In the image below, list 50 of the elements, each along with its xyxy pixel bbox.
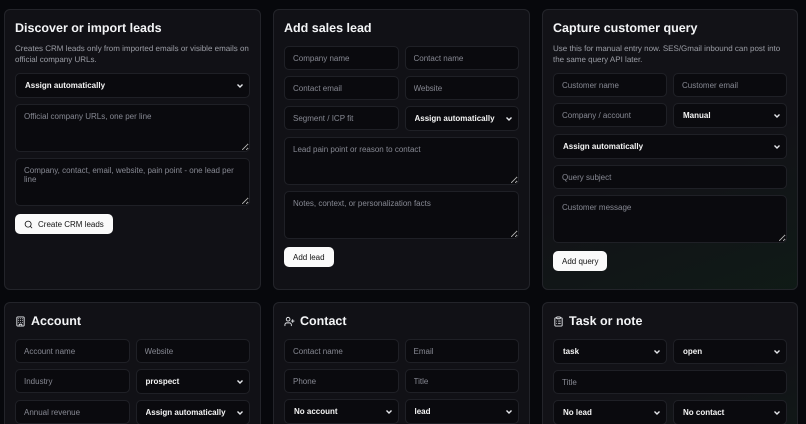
input-field[interactable]: Customer email <box>673 73 787 97</box>
text-area[interactable]: Lead pain point or reason to contact <box>284 137 519 185</box>
card-title: Capture customer query <box>553 21 698 36</box>
input-field[interactable]: Segment / ICP fit <box>284 106 398 130</box>
text-area[interactable]: Official company URLs, one per line <box>15 104 250 152</box>
input-field[interactable]: Annual revenue <box>15 400 130 424</box>
card-title: Task or note <box>569 314 642 329</box>
input-field[interactable]: Query subject <box>553 165 787 189</box>
input-field[interactable]: Company / account <box>553 103 667 127</box>
input-field[interactable]: Title <box>553 370 787 394</box>
input-field[interactable]: Company name <box>284 46 398 70</box>
card-description: Creates CRM leads only from imported emails or visible emails on official company URLs. <box>15 43 250 65</box>
input-field[interactable]: Phone <box>284 369 398 393</box>
input-field[interactable]: Customer name <box>553 73 667 97</box>
action-button[interactable]: Add lead <box>284 247 334 267</box>
select-field[interactable]: No account <box>284 399 398 424</box>
card-title: Add sales lead <box>284 21 372 36</box>
select-field[interactable]: open <box>673 339 787 364</box>
input-field[interactable]: Account name <box>15 339 130 363</box>
search-icon <box>24 220 33 228</box>
card-title: Account <box>31 314 81 329</box>
action-button[interactable]: Create CRM leads <box>15 214 113 234</box>
select-field[interactable]: Assign automatically <box>15 73 250 98</box>
input-field[interactable]: Contact email <box>284 76 398 100</box>
text-area[interactable]: Notes, context, or personalization facts <box>284 191 519 239</box>
building-icon <box>15 316 26 327</box>
select-field[interactable]: Assign automatically <box>553 134 787 159</box>
action-button[interactable]: Add query <box>553 251 608 271</box>
select-field[interactable]: No contact <box>673 400 787 424</box>
select-field[interactable]: No lead <box>553 400 667 424</box>
select-field[interactable]: task <box>553 339 667 364</box>
select-field[interactable]: Manual <box>673 103 787 128</box>
select-field[interactable]: Assign automatically <box>404 106 519 131</box>
card-description: Use this for manual entry now. SES/Gmail inbound can post into the same query API later. <box>553 43 782 65</box>
input-field[interactable]: Industry <box>15 369 130 393</box>
text-area[interactable]: Company, contact, email, website, pain point - one lead per line <box>15 158 250 206</box>
input-field[interactable]: Email <box>404 339 519 363</box>
input-field[interactable]: Website <box>136 339 250 363</box>
input-field[interactable]: Title <box>404 369 519 393</box>
clipboard-icon <box>553 316 564 327</box>
user-plus-icon <box>284 316 295 327</box>
select-field[interactable]: prospect <box>136 369 250 394</box>
card-title: Contact <box>300 314 347 329</box>
input-field[interactable]: Contact name <box>404 46 519 70</box>
card-title: Discover or import leads <box>15 21 162 36</box>
text-area[interactable]: Customer message <box>553 195 787 243</box>
input-field[interactable]: Contact name <box>284 339 398 363</box>
select-field[interactable]: lead <box>404 399 519 424</box>
select-field[interactable]: Assign automatically <box>136 400 250 424</box>
input-field[interactable]: Website <box>404 76 519 100</box>
